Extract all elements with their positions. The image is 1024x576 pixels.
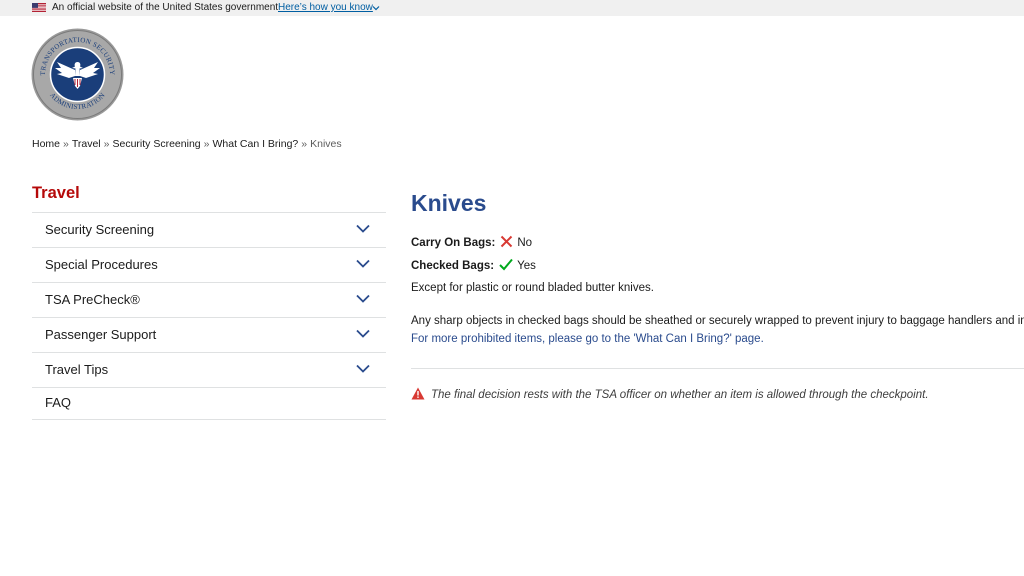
sidebar-item-security-screening[interactable]: Security Screening <box>32 213 386 248</box>
breadcrumb: Home» Travel» Security Screening» What Can … <box>32 138 342 150</box>
checkmark-icon <box>499 258 513 271</box>
breadcrumb-home[interactable]: Home <box>32 138 60 150</box>
tsa-seal-logo[interactable]: TRANSPORTATION SECURITY ADMINISTRATION <box>31 28 124 121</box>
chevron-down-icon[interactable] <box>356 224 370 233</box>
us-flag-icon <box>32 3 46 12</box>
breadcrumb-separator: » <box>103 138 110 150</box>
prohibited-items-link[interactable]: For more prohibited items, please go to … <box>411 333 764 345</box>
carry-on-value: No <box>517 237 533 249</box>
chevron-down-icon[interactable] <box>372 4 380 12</box>
sidebar-item-passenger-support[interactable]: Passenger Support <box>32 318 386 353</box>
carry-on-label: Carry On Bags: <box>411 237 496 249</box>
content-divider <box>411 368 1024 369</box>
sidebar-item-travel-tips[interactable]: Travel Tips <box>32 353 386 388</box>
checked-bags-value: Yes <box>517 260 536 272</box>
warning-icon <box>411 387 425 400</box>
sidebar-item-label: FAQ <box>45 395 72 410</box>
breadcrumb-current: Knives <box>310 138 342 150</box>
breadcrumb-separator: » <box>63 138 69 150</box>
breadcrumb-separator: » <box>301 138 308 150</box>
final-decision-text: The final decision rests with the TSA of… <box>431 389 929 401</box>
sidebar-item-label: Special Procedures <box>45 257 158 272</box>
sidebar-item-label: Passenger Support <box>45 327 157 342</box>
exception-note: Except for plastic or round bladed butte… <box>411 282 654 294</box>
chevron-down-icon[interactable] <box>356 329 370 338</box>
checked-bags-row: Checked Bags: Yes <box>411 258 536 272</box>
sidebar-item-label: TSA PreCheck® <box>45 292 140 307</box>
gov-banner: An official website of the United States… <box>0 0 1024 16</box>
sidebar-item-label: Security Screening <box>45 222 155 237</box>
chevron-down-icon[interactable] <box>356 259 370 268</box>
sidebar-item-label: Travel Tips <box>45 362 109 377</box>
breadcrumb-security-screening[interactable]: Security Screening <box>113 138 201 150</box>
sidebar-item-tsa-precheck[interactable]: TSA PreCheck® <box>32 283 386 318</box>
sidebar-item-special-procedures[interactable]: Special Procedures <box>32 248 386 283</box>
checked-bags-label: Checked Bags: <box>411 260 495 272</box>
official-website-text: An official website of the United States… <box>52 2 279 13</box>
chevron-down-icon[interactable] <box>356 364 370 373</box>
sharp-objects-paragraph: Any sharp objects in checked bags should… <box>411 315 1024 327</box>
sidebar-title[interactable]: Travel <box>32 184 80 203</box>
breadcrumb-what-can-i-bring[interactable]: What Can I Bring? <box>212 138 298 150</box>
final-decision-note: The final decision rests with the TSA of… <box>411 387 929 401</box>
breadcrumb-separator: » <box>203 138 210 150</box>
page-title: Knives <box>411 190 487 216</box>
carry-on-row: Carry On Bags: No <box>411 235 532 249</box>
breadcrumb-travel[interactable]: Travel <box>72 138 101 150</box>
x-mark-icon <box>501 235 513 248</box>
sidebar-nav: Security Screening Special Procedures TS… <box>32 212 386 420</box>
sidebar-item-faq[interactable]: FAQ <box>32 388 386 420</box>
how-you-know-link[interactable]: Here’s how you know <box>278 0 373 16</box>
chevron-down-icon[interactable] <box>356 294 370 303</box>
